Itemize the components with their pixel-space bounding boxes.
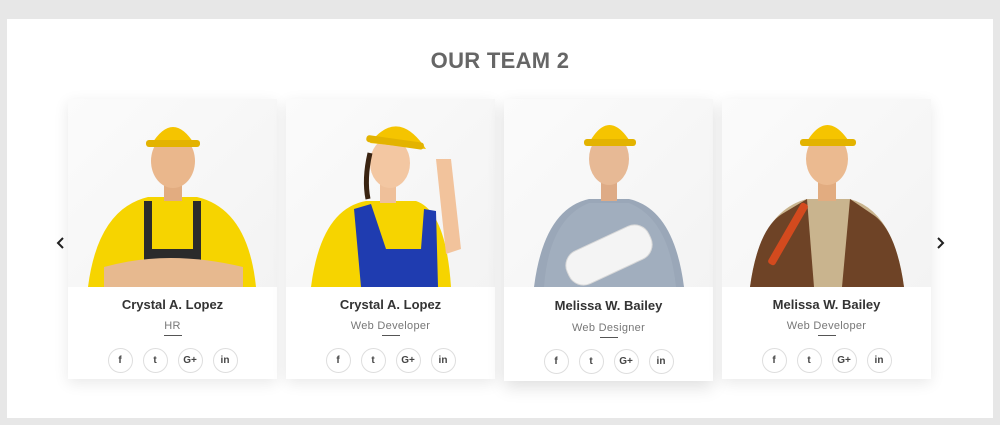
member-photo: [286, 99, 495, 287]
google-plus-icon[interactable]: G+: [831, 348, 857, 373]
google-plus-icon[interactable]: G+: [177, 348, 203, 373]
member-role: Web Developer: [786, 320, 867, 332]
twitter-icon[interactable]: t: [796, 348, 822, 373]
role-divider: [163, 335, 182, 336]
carousel-next-button[interactable]: [930, 233, 950, 253]
linkedin-icon[interactable]: in: [212, 348, 238, 373]
linkedin-icon[interactable]: in: [430, 348, 456, 373]
member-photo: [504, 99, 713, 287]
team-member-card[interactable]: Melissa W. Bailey Web Designer f t G+ in: [504, 99, 713, 381]
member-name: Melissa W. Bailey: [772, 297, 881, 312]
linkedin-icon[interactable]: in: [866, 348, 892, 373]
facebook-icon[interactable]: f: [107, 348, 133, 373]
role-divider: [599, 337, 618, 338]
member-name: Crystal A. Lopez: [339, 297, 442, 312]
chevron-left-icon: [56, 237, 64, 249]
social-links: f t G+ in: [68, 348, 277, 373]
social-links: f t G+ in: [722, 348, 931, 373]
google-plus-icon[interactable]: G+: [395, 348, 421, 373]
linkedin-icon[interactable]: in: [648, 349, 674, 374]
member-role: Web Developer: [350, 320, 431, 332]
section-title: OUR TEAM 2: [430, 48, 570, 73]
member-name: Melissa W. Bailey: [554, 298, 663, 313]
facebook-icon[interactable]: f: [761, 348, 787, 373]
member-photo: [68, 99, 277, 287]
google-plus-icon[interactable]: G+: [613, 349, 639, 374]
twitter-icon[interactable]: t: [142, 348, 168, 373]
social-links: f t G+ in: [286, 348, 495, 373]
team-member-card[interactable]: Crystal A. Lopez Web Developer f t G+ in: [286, 99, 495, 379]
twitter-icon[interactable]: t: [578, 349, 604, 374]
member-name: Crystal A. Lopez: [121, 297, 224, 312]
role-divider: [817, 335, 836, 336]
team-section: OUR TEAM 2 Crystal A. Lopez HR f t G+ in…: [7, 19, 993, 418]
team-member-card[interactable]: Crystal A. Lopez HR f t G+ in: [68, 99, 277, 379]
team-member-card[interactable]: Melissa W. Bailey Web Developer f t G+ i…: [722, 99, 931, 379]
member-role: Web Designer: [571, 322, 646, 334]
facebook-icon[interactable]: f: [325, 348, 351, 373]
member-role: HR: [164, 320, 181, 332]
facebook-icon[interactable]: f: [543, 349, 569, 374]
role-divider: [381, 335, 400, 336]
chevron-right-icon: [937, 237, 945, 249]
twitter-icon[interactable]: t: [360, 348, 386, 373]
member-photo: [722, 99, 931, 287]
social-links: f t G+ in: [504, 349, 713, 374]
